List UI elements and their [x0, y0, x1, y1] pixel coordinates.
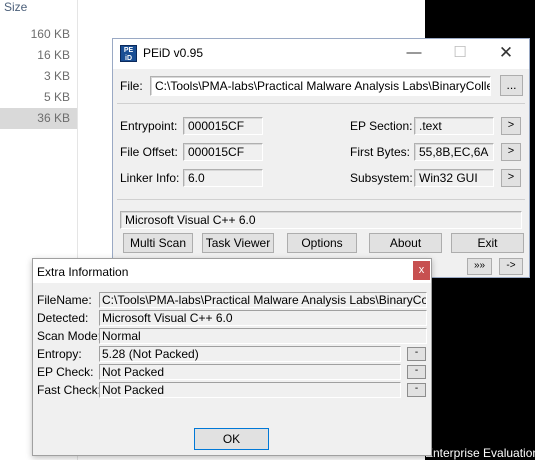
entrypoint-label: Entrypoint:	[120, 119, 178, 133]
divider	[117, 199, 525, 200]
list-item-size[interactable]: 5 KB	[0, 87, 77, 108]
detected-label: Detected:	[37, 311, 89, 325]
fast-check-field[interactable]: Not Packed	[99, 382, 401, 398]
peid-titlebar[interactable]: PE iD PEiD v0.95 — ☐ ✕	[113, 39, 529, 69]
first-bytes-label: First Bytes:	[350, 145, 411, 159]
list-item-size[interactable]: 3 KB	[0, 66, 77, 87]
dialog-close-button[interactable]: x	[413, 261, 430, 280]
filename-label: FileName:	[37, 293, 92, 307]
multi-scan-button[interactable]: Multi Scan	[123, 233, 193, 253]
linker-info-label: Linker Info:	[120, 171, 180, 185]
dialog-title: Extra Information	[37, 265, 129, 279]
ep-section-details-button[interactable]: >	[501, 117, 521, 135]
peid-window: PE iD PEiD v0.95 — ☐ ✕ File: C:\Tools\PM…	[112, 38, 530, 278]
file-label: File:	[120, 79, 143, 93]
close-button[interactable]: ✕	[483, 39, 529, 69]
divider	[117, 103, 525, 104]
list-item-size-selected[interactable]: 36 KB	[0, 108, 77, 129]
size-column-header[interactable]: Size	[4, 0, 27, 14]
subsystem-label: Subsystem:	[350, 171, 413, 185]
file-offset-field[interactable]: 000015CF	[183, 143, 263, 161]
entropy-details-button[interactable]: -	[407, 347, 426, 361]
maximize-button[interactable]: ☐	[437, 39, 483, 69]
extra-information-dialog: Extra Information x FileName: C:\Tools\P…	[32, 258, 432, 456]
file-offset-label: File Offset:	[120, 145, 178, 159]
file-path-field[interactable]: C:\Tools\PMA-labs\Practical Malware Anal…	[150, 76, 491, 96]
ep-check-label: EP Check:	[37, 365, 94, 379]
peid-logo-icon: PE iD	[120, 45, 137, 62]
scan-mode-label: Scan Mode:	[37, 329, 102, 343]
ep-check-details-button[interactable]: -	[407, 365, 426, 379]
window-title: PEiD v0.95	[143, 46, 204, 60]
plugins-button[interactable]: ->	[499, 258, 523, 275]
dialog-titlebar[interactable]: Extra Information x	[33, 259, 431, 283]
subsystem-details-button[interactable]: >	[501, 169, 521, 187]
first-bytes-field[interactable]: 55,8B,EC,6A	[414, 143, 494, 161]
detection-result-field[interactable]: Microsoft Visual C++ 6.0	[120, 211, 522, 229]
first-bytes-details-button[interactable]: >	[501, 143, 521, 161]
linker-info-field[interactable]: 6.0	[183, 169, 263, 187]
extra-info-button[interactable]: »»	[467, 258, 492, 275]
entropy-field[interactable]: 5.28 (Not Packed)	[99, 346, 401, 362]
fast-check-label: Fast Check:	[37, 383, 102, 397]
detected-field[interactable]: Microsoft Visual C++ 6.0	[99, 310, 427, 326]
subsystem-field[interactable]: Win32 GUI	[414, 169, 494, 187]
ep-section-field[interactable]: .text	[414, 117, 494, 135]
minimize-button[interactable]: —	[391, 39, 437, 69]
list-item-size[interactable]: 160 KB	[0, 24, 77, 45]
ep-check-field[interactable]: Not Packed	[99, 364, 401, 380]
exit-button[interactable]: Exit	[451, 233, 524, 253]
about-button[interactable]: About	[369, 233, 442, 253]
desktop-watermark-text: Enterprise Evaluation	[425, 446, 535, 460]
options-button[interactable]: Options	[287, 233, 357, 253]
ep-section-label: EP Section:	[350, 119, 413, 133]
entrypoint-field[interactable]: 000015CF	[183, 117, 263, 135]
scan-mode-field[interactable]: Normal	[99, 328, 427, 344]
list-item-size[interactable]: 16 KB	[0, 45, 77, 66]
browse-button[interactable]: ...	[500, 75, 523, 96]
ok-button[interactable]: OK	[194, 428, 269, 450]
fast-check-details-button[interactable]: -	[407, 383, 426, 397]
task-viewer-button[interactable]: Task Viewer	[202, 233, 274, 253]
filename-field[interactable]: C:\Tools\PMA-labs\Practical Malware Anal…	[99, 292, 427, 308]
entropy-label: Entropy:	[37, 347, 82, 361]
